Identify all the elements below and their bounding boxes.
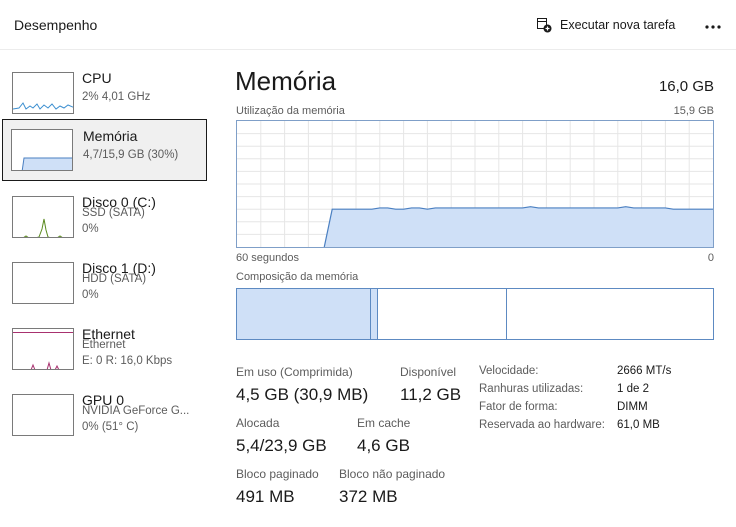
sidebar-item-usage: E: 0 R: 16,0 Kbps: [82, 355, 173, 367]
gpu-thumbnail-graph: [12, 394, 74, 436]
sidebar-item-disk-1[interactable]: Disco 1 (D:) HDD (SATA) 0%: [2, 252, 207, 314]
sidebar-item-detail: NVIDIA GeForce G...: [82, 405, 190, 417]
sidebar-item-cpu[interactable]: CPU 2% 4,01 GHz: [2, 62, 207, 124]
sidebar-item-detail: SSD (SATA): [82, 207, 145, 219]
committed-value: 5,4/23,9 GB: [236, 436, 327, 455]
memory-usage-area: [324, 206, 713, 247]
in-use-value: 4,5 GB (30,9 MB): [236, 385, 369, 404]
in-use-label: Em uso (Comprimida): [236, 365, 353, 379]
composition-modified[interactable]: [371, 289, 378, 339]
composition-free[interactable]: [507, 289, 713, 339]
form-factor-label: Fator de forma:: [479, 401, 558, 413]
total-memory: 16,0 GB: [658, 78, 714, 95]
disk-1-thumbnail-graph: [12, 262, 74, 304]
sidebar-item-gpu-0[interactable]: GPU 0 NVIDIA GeForce G... 0% (51° C): [2, 384, 207, 446]
committed-label: Alocada: [236, 416, 280, 430]
sidebar-item-label: CPU: [82, 70, 112, 86]
composition-in-use[interactable]: [237, 289, 371, 339]
sidebar-item-usage: 0%: [82, 223, 99, 235]
sidebar-item-memory[interactable]: Memória 4,7/15,9 GB (30%): [2, 119, 207, 181]
sidebar-item-usage: 0%: [82, 289, 99, 301]
speed-value: 2666 MT/s: [617, 365, 672, 377]
resource-sidebar: CPU 2% 4,01 GHz Memória 4,7/15,9 GB (30%…: [0, 56, 214, 527]
speed-label: Velocidade:: [479, 365, 539, 377]
paged-pool-value: 491 MB: [236, 487, 295, 506]
hardware-reserved-value: 61,0 MB: [617, 419, 660, 431]
page-title: Desempenho: [14, 17, 98, 33]
sidebar-item-label: Memória: [83, 128, 138, 144]
form-factor-value: DIMM: [617, 401, 648, 413]
graph-time-span: 60 segundos: [236, 252, 299, 264]
run-new-task-button[interactable]: Executar nova tarefa: [536, 14, 675, 36]
hardware-reserved-label: Reservada ao hardware:: [479, 419, 605, 431]
disk-0-thumbnail-graph: [12, 196, 74, 238]
sidebar-item-detail: 2% 4,01 GHz: [82, 91, 151, 103]
slots-value: 1 de 2: [617, 383, 649, 395]
sidebar-item-detail: 4,7/15,9 GB (30%): [83, 149, 179, 161]
memory-thumbnail-graph: [11, 129, 73, 171]
sidebar-item-detail: HDD (SATA): [82, 273, 147, 285]
cached-value: 4,6 GB: [357, 436, 410, 455]
usage-graph-max: 15,9 GB: [673, 105, 714, 117]
available-value: 11,2 GB: [400, 385, 462, 404]
usage-graph-label: Utilização da memória: [236, 105, 345, 117]
resource-title: Memória: [235, 66, 337, 96]
more-options-icon: [704, 16, 722, 34]
more-options-button[interactable]: [700, 12, 726, 38]
header-bar: Desempenho Executar nova tarefa: [0, 0, 736, 50]
memory-usage-chart: [237, 121, 713, 248]
sidebar-item-ethernet[interactable]: Ethernet Ethernet E: 0 R: 16,0 Kbps: [2, 318, 207, 380]
cpu-thumbnail-graph: [12, 72, 74, 114]
slots-label: Ranhuras utilizadas:: [479, 383, 584, 395]
graph-time-end: 0: [707, 252, 714, 264]
sidebar-item-detail: Ethernet: [82, 339, 126, 351]
sidebar-item-usage: 0% (51° C): [82, 421, 139, 433]
memory-composition-bar[interactable]: [236, 288, 714, 340]
run-new-task-label: Executar nova tarefa: [560, 18, 676, 32]
paged-pool-label: Bloco paginado: [236, 467, 319, 481]
nonpaged-pool-label: Bloco não paginado: [339, 467, 446, 481]
run-new-task-icon: [536, 17, 552, 33]
nonpaged-pool-value: 372 MB: [339, 487, 398, 506]
composition-label: Composição da memória: [236, 271, 359, 283]
cached-label: Em cache: [357, 416, 411, 430]
composition-standby[interactable]: [378, 289, 507, 339]
available-label: Disponível: [400, 365, 457, 379]
ethernet-thumbnail-graph: [12, 328, 74, 370]
sidebar-item-disk-0[interactable]: Disco 0 (C:) SSD (SATA) 0%: [2, 186, 207, 248]
memory-usage-graph: [236, 120, 714, 248]
